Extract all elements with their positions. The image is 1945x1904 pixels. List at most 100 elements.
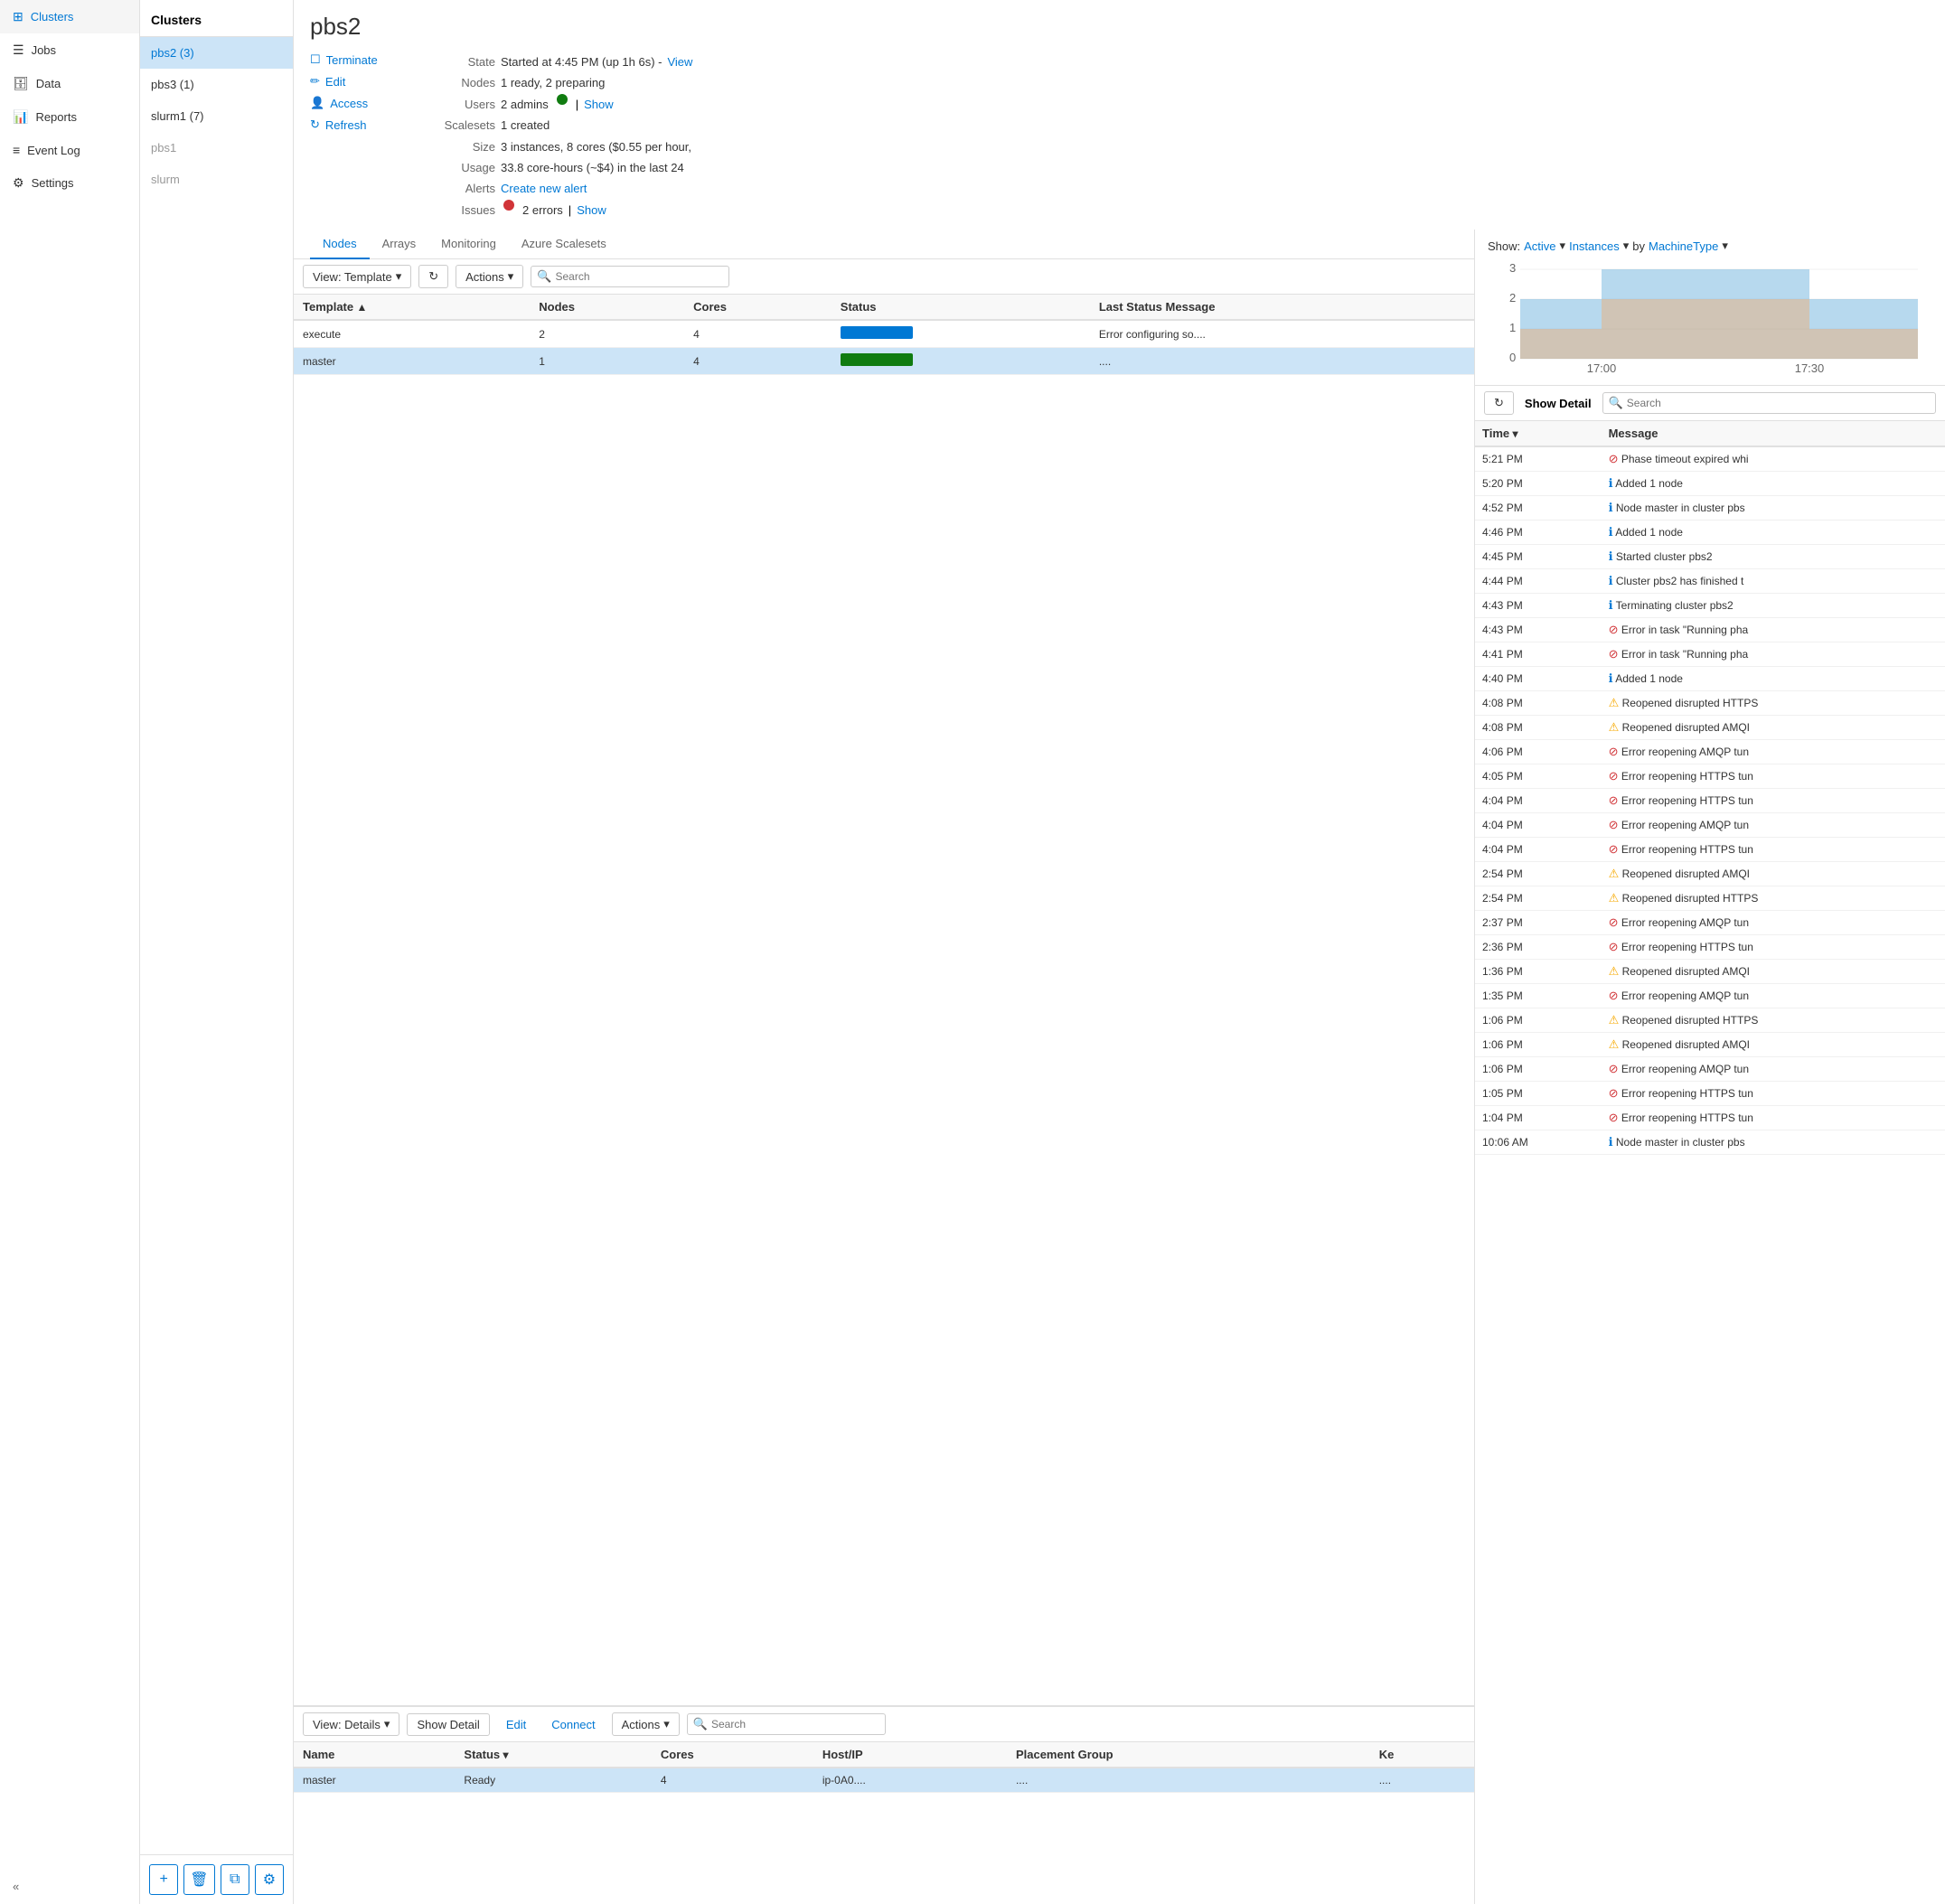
data-icon: 🗄 [13,76,29,91]
svg-text:17:00: 17:00 [1587,361,1617,375]
list-item[interactable]: 4:04 PM ⊘ Error reopening HTTPS tun [1475,789,1945,813]
lower-actions-button[interactable]: Actions ▾ [612,1712,680,1736]
connect-button[interactable]: Connect [542,1714,604,1735]
cluster-item-slurm1[interactable]: slurm1 (7) [140,100,293,132]
show-detail-button[interactable]: Show Detail [407,1713,489,1736]
tab-monitoring[interactable]: Monitoring [428,230,509,259]
list-item[interactable]: 4:52 PM ℹ Node master in cluster pbs [1475,496,1945,521]
chart-instances-link[interactable]: Instances [1569,239,1620,253]
cluster-settings-button[interactable]: ⚙ [255,1864,284,1895]
event-refresh-button[interactable]: ↻ [1484,391,1514,415]
nodes-search-input[interactable] [555,270,723,283]
list-item[interactable]: 4:06 PM ⊘ Error reopening AMQP tun [1475,740,1945,764]
list-item[interactable]: 5:21 PM ⊘ Phase timeout expired whi [1475,446,1945,472]
list-item[interactable]: 4:46 PM ℹ Added 1 node [1475,521,1945,545]
tab-arrays[interactable]: Arrays [370,230,429,259]
view-template-button[interactable]: View: Template ▾ [303,265,411,288]
nodes-refresh-button[interactable]: ↻ [418,265,448,288]
cluster-item-slurm[interactable]: slurm [140,164,293,195]
copy-cluster-button[interactable]: ⧉ [221,1864,249,1895]
list-item[interactable]: 4:08 PM ⚠ Reopened disrupted HTTPS [1475,691,1945,716]
list-item[interactable]: 4:43 PM ℹ Terminating cluster pbs2 [1475,594,1945,618]
issues-show-link[interactable]: Show [577,200,606,220]
sidebar-item-eventlog[interactable]: ≡ Event Log [0,134,139,166]
event-col-message[interactable]: Message [1602,421,1945,446]
tab-nodes[interactable]: Nodes [310,230,370,259]
chart-active-link[interactable]: Active [1524,239,1555,253]
lower-col-ke[interactable]: Ke [1370,1742,1474,1768]
list-item[interactable]: 1:05 PM ⊘ Error reopening HTTPS tun [1475,1082,1945,1106]
list-item[interactable]: 5:20 PM ℹ Added 1 node [1475,472,1945,496]
col-nodes[interactable]: Nodes [530,295,684,320]
event-time: 10:06 AM [1475,1130,1602,1155]
list-item[interactable]: 2:36 PM ⊘ Error reopening HTTPS tun [1475,935,1945,960]
event-time: 4:43 PM [1475,618,1602,642]
nodes-actions-button[interactable]: Actions ▾ [456,265,523,288]
list-item[interactable]: 2:54 PM ⚠ Reopened disrupted HTTPS [1475,886,1945,911]
col-template[interactable]: Template ▲ [294,295,530,320]
col-status[interactable]: Status [832,295,1090,320]
actions-dropdown-icon: ▾ [508,269,514,284]
list-item[interactable]: 4:08 PM ⚠ Reopened disrupted AMQI [1475,716,1945,740]
sidebar-item-settings[interactable]: ⚙ Settings [0,166,139,200]
table-row[interactable]: master 1 4 .... [294,348,1474,375]
list-item[interactable]: 1:06 PM ⚠ Reopened disrupted HTTPS [1475,1008,1945,1033]
lower-search-input[interactable] [711,1718,879,1730]
sidebar-item-data[interactable]: 🗄 Data [0,67,139,100]
chart-active-dropdown: ▾ [1560,239,1566,253]
col-cores[interactable]: Cores [684,295,832,320]
event-time: 4:46 PM [1475,521,1602,545]
cluster-item-pbs2[interactable]: pbs2 (3) [140,37,293,69]
lower-edit-button[interactable]: Edit [497,1714,535,1735]
list-item[interactable]: 1:36 PM ⚠ Reopened disrupted AMQI [1475,960,1945,984]
users-show-link[interactable]: Show [584,94,614,115]
delete-cluster-button[interactable]: 🗑 [183,1864,214,1895]
tab-azure-scalesets[interactable]: Azure Scalesets [509,230,619,259]
event-search-input[interactable] [1627,397,1930,409]
cluster-item-pbs3[interactable]: pbs3 (1) [140,69,293,100]
list-item[interactable]: 4:04 PM ⊘ Error reopening AMQP tun [1475,813,1945,838]
list-item[interactable]: 10:06 AM ℹ Node master in cluster pbs [1475,1130,1945,1155]
sidebar-collapse-button[interactable]: « [0,1869,139,1904]
list-item[interactable]: 1:35 PM ⊘ Error reopening AMQP tun [1475,984,1945,1008]
cluster-item-pbs1[interactable]: pbs1 [140,132,293,164]
list-item[interactable]: 4:05 PM ⊘ Error reopening HTTPS tun [1475,764,1945,789]
list-item[interactable]: 4:40 PM ℹ Added 1 node [1475,667,1945,691]
list-item[interactable]: 1:04 PM ⊘ Error reopening HTTPS tun [1475,1106,1945,1130]
table-row[interactable]: master Ready 4 ip-0A0.... .... .... [294,1768,1474,1793]
refresh-button[interactable]: ↻ Refresh [310,117,409,133]
add-cluster-button[interactable]: + [149,1864,178,1895]
col-last-status[interactable]: Last Status Message [1090,295,1474,320]
lower-col-cores[interactable]: Cores [652,1742,813,1768]
list-item[interactable]: 4:04 PM ⊘ Error reopening HTTPS tun [1475,838,1945,862]
chart-machinetype-link[interactable]: MachineType [1649,239,1718,253]
list-item[interactable]: 4:43 PM ⊘ Error in task "Running pha [1475,618,1945,642]
alerts-create-link[interactable]: Create new alert [501,178,587,199]
issues-error-badge [503,200,514,211]
list-item[interactable]: 1:06 PM ⊘ Error reopening AMQP tun [1475,1057,1945,1082]
list-item[interactable]: 1:06 PM ⚠ Reopened disrupted AMQI [1475,1033,1945,1057]
list-item[interactable]: 2:54 PM ⚠ Reopened disrupted AMQI [1475,862,1945,886]
access-button[interactable]: 👤 Access [310,95,409,111]
event-col-time[interactable]: Time ▾ [1475,421,1602,446]
lower-col-placement[interactable]: Placement Group [1007,1742,1370,1768]
lower-col-name[interactable]: Name [294,1742,455,1768]
show-detail-event-label: Show Detail [1521,397,1595,410]
sidebar-item-reports[interactable]: 📊 Reports [0,100,139,134]
list-item[interactable]: 4:41 PM ⊘ Error in task "Running pha [1475,642,1945,667]
list-item[interactable]: 2:37 PM ⊘ Error reopening AMQP tun [1475,911,1945,935]
sidebar-item-jobs[interactable]: ☰ Jobs [0,33,139,67]
lower-col-host[interactable]: Host/IP [813,1742,1007,1768]
table-row[interactable]: execute 2 4 Error configuring so.... [294,320,1474,348]
edit-button[interactable]: ✏ Edit [310,73,409,89]
view-details-button[interactable]: View: Details ▾ [303,1712,399,1736]
list-item[interactable]: 4:44 PM ℹ Cluster pbs2 has finished t [1475,569,1945,594]
event-message: ⊘ Error reopening AMQP tun [1602,984,1945,1008]
list-item[interactable]: 4:45 PM ℹ Started cluster pbs2 [1475,545,1945,569]
lower-col-status[interactable]: Status ▾ [455,1742,651,1768]
state-link[interactable]: View [667,52,692,72]
scalesets-label: Scalesets [428,115,495,136]
terminate-button[interactable]: ☐ Terminate [310,52,409,68]
error-icon: ⊘ [1609,842,1619,856]
sidebar-item-clusters[interactable]: ⊞ Clusters [0,0,139,33]
